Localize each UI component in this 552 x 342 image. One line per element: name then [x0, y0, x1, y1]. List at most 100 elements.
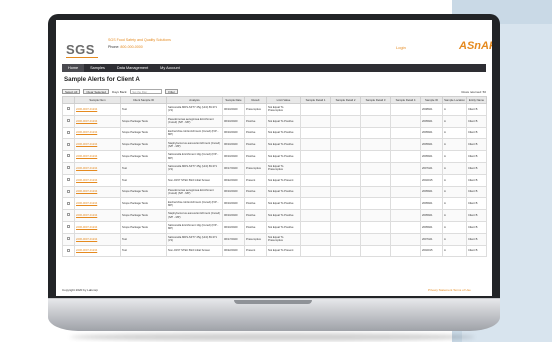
- table-cell: 2206-0007-01234: [74, 161, 121, 175]
- table-row[interactable]: 2206-0007-01234 Scope Package Tests Escher…: [62, 126, 487, 140]
- row-checkbox[interactable]: [67, 248, 70, 252]
- table-row[interactable]: 2206-0007-01234 Scope Package Tests Pseudo…: [62, 114, 487, 128]
- table-row[interactable]: 2206-0007-01234 Test Non-O157 STEC Bird In…: [62, 173, 487, 187]
- table-row[interactable]: 2206-0007-01234 Test Salmonella MDS-SFTY 2…: [62, 161, 487, 175]
- column-header[interactable]: Sample Date: [222, 96, 245, 104]
- table-cell: Not Equal To Present: [266, 173, 301, 187]
- table-cell: 2206-0007-01234: [74, 244, 121, 258]
- sample-num-link[interactable]: 2206-0007-01234: [76, 249, 97, 252]
- sample-num-link[interactable]: 2206-0007-01234: [76, 167, 97, 170]
- sample-num-link[interactable]: 2206-0007-01234: [76, 143, 97, 146]
- row-checkbox[interactable]: [67, 154, 70, 158]
- table-row[interactable]: 2206-0007-01234 Scope Package Tests Staphy…: [62, 209, 487, 222]
- table-cell: [360, 150, 391, 163]
- row-checkbox[interactable]: [67, 119, 70, 123]
- select-all-button[interactable]: Select All: [62, 89, 81, 94]
- table-row[interactable]: 2206-0007-01234 Scope Package Tests Pseudo…: [62, 185, 487, 199]
- column-header[interactable]: Sample Num: [74, 96, 121, 104]
- table-cell: [300, 209, 331, 222]
- column-header[interactable]: Entity Name: [466, 96, 487, 104]
- sample-num-link[interactable]: 2206-0007-01234: [76, 214, 97, 217]
- column-header[interactable]: Result: [244, 96, 267, 104]
- row-checkbox[interactable]: [67, 166, 70, 170]
- table-cell: [390, 114, 421, 128]
- sample-num-link[interactable]: 2206-0007-01234: [76, 131, 97, 134]
- table-cell: 2007421: [420, 161, 443, 175]
- table-cell: 2206-0007-01234: [74, 197, 121, 211]
- table-cell: Positive: [244, 220, 267, 234]
- table-cell: Scope Package Tests: [120, 220, 167, 234]
- row-checkbox[interactable]: [67, 130, 70, 134]
- nav-samples[interactable]: Samples: [84, 64, 111, 72]
- row-checkbox-cell: [62, 150, 75, 163]
- table-row[interactable]: 2206-0007-01234 Scope Package Tests Escher…: [62, 197, 487, 211]
- table-cell: Salmonella Enrichment 10g (Cured) (IVP -…: [166, 220, 223, 234]
- table-cell: Salmonella MDS-SFTY 25g (Unit) BI-371 (V…: [166, 232, 223, 246]
- table-cell: 2206-0007-01234: [74, 138, 121, 152]
- table-row[interactable]: 2206-0007-01234 Scope Package Tests Salmon…: [62, 150, 487, 163]
- sample-num-link[interactable]: 2206-0007-01234: [76, 202, 97, 205]
- table-row[interactable]: 2206-0007-01234 Scope Package Tests Staphy…: [62, 138, 487, 152]
- table-cell: 06/22/2020: [222, 173, 245, 187]
- column-header[interactable]: Limit Value: [266, 96, 301, 104]
- sample-num-link[interactable]: 2206-0007-01234: [76, 226, 97, 229]
- column-header[interactable]: Sample Detail 1: [300, 96, 331, 104]
- phone-value[interactable]: 800-000-0000: [120, 45, 142, 49]
- table-cell: Client B: [466, 103, 487, 116]
- table-cell: [330, 209, 361, 222]
- table-cell: Present: [244, 244, 267, 258]
- table-cell: [330, 244, 361, 258]
- sample-num-link[interactable]: 2206-0007-01234: [76, 179, 97, 182]
- table-cell: Scope Package Tests: [120, 185, 167, 199]
- table-cell: [390, 173, 421, 187]
- table-row[interactable]: 2206-0007-01234 Test Non-O157 STEC Bird In…: [62, 244, 487, 258]
- table-cell: [300, 114, 331, 128]
- company-line: SGS Food Safety and Quality Solutions: [108, 38, 171, 42]
- nav-home[interactable]: Home: [62, 64, 85, 72]
- login-link[interactable]: Login: [396, 45, 406, 50]
- table-cell: 06/10/2020: [222, 220, 245, 234]
- sample-num-link[interactable]: 2206-0007-01234: [76, 190, 97, 193]
- column-header[interactable]: Sample ID: [420, 96, 443, 104]
- table-cell: [360, 220, 391, 234]
- row-checkbox[interactable]: [67, 225, 70, 229]
- table-cell: 2007421: [420, 232, 443, 246]
- sample-num-link[interactable]: 2206-0007-01234: [76, 238, 97, 241]
- footer-links[interactable]: Privacy Statement Terms of Use: [428, 288, 471, 292]
- sample-num-link[interactable]: 2206-0007-01234: [76, 155, 97, 158]
- sample-num-link[interactable]: 2206-0007-01234: [76, 108, 97, 111]
- row-checkbox-cell: [62, 138, 75, 152]
- clear-selected-button[interactable]: Clear Selected: [83, 89, 110, 94]
- table-row[interactable]: 2206-0007-01234 Test Salmonella MDS-SFTY 2…: [62, 232, 487, 246]
- column-header[interactable]: Analysis: [166, 96, 223, 104]
- row-checkbox[interactable]: [67, 189, 70, 193]
- row-checkbox[interactable]: [67, 107, 70, 111]
- table-row[interactable]: 2206-0007-01234 Test Salmonella MDS-SFTY 2…: [62, 103, 487, 116]
- sample-num-link[interactable]: 2206-0007-01234: [76, 120, 97, 123]
- column-header[interactable]: Sample Detail 3: [360, 96, 391, 104]
- filter-button[interactable]: Filter: [165, 89, 178, 94]
- table-cell: Not Equal To Positive: [266, 138, 301, 152]
- table-cell: Scope Package Tests: [120, 197, 167, 211]
- table-cell: 2206-0007-01234: [74, 126, 121, 140]
- days-back-input[interactable]: Set the filter: [130, 89, 163, 94]
- table-cell: Client B: [466, 126, 487, 140]
- table-cell: 2206-0007-01234: [74, 150, 121, 163]
- table-cell: 2005921: [420, 126, 443, 140]
- row-checkbox[interactable]: [67, 213, 70, 217]
- table-cell: [390, 209, 421, 222]
- row-checkbox[interactable]: [67, 237, 70, 241]
- row-checkbox[interactable]: [67, 201, 70, 205]
- table-row[interactable]: 2206-0007-01234 Scope Package Tests Salmon…: [62, 220, 487, 234]
- laptop-screen: SGS SGS Food Safety and Quality Solution…: [56, 20, 492, 296]
- column-header[interactable]: Sample Detail 4: [390, 96, 421, 104]
- nav-my-account[interactable]: My Account: [154, 64, 186, 72]
- table-cell: Present: [244, 173, 267, 187]
- row-checkbox[interactable]: [67, 178, 70, 182]
- nav-data-management[interactable]: Data Management: [111, 64, 154, 72]
- column-header[interactable]: Sample Location: [442, 96, 467, 104]
- table-cell: A: [442, 232, 467, 246]
- column-header[interactable]: Client Sample ID: [120, 96, 167, 104]
- column-header[interactable]: Sample Detail 2: [330, 96, 361, 104]
- row-checkbox[interactable]: [67, 142, 70, 146]
